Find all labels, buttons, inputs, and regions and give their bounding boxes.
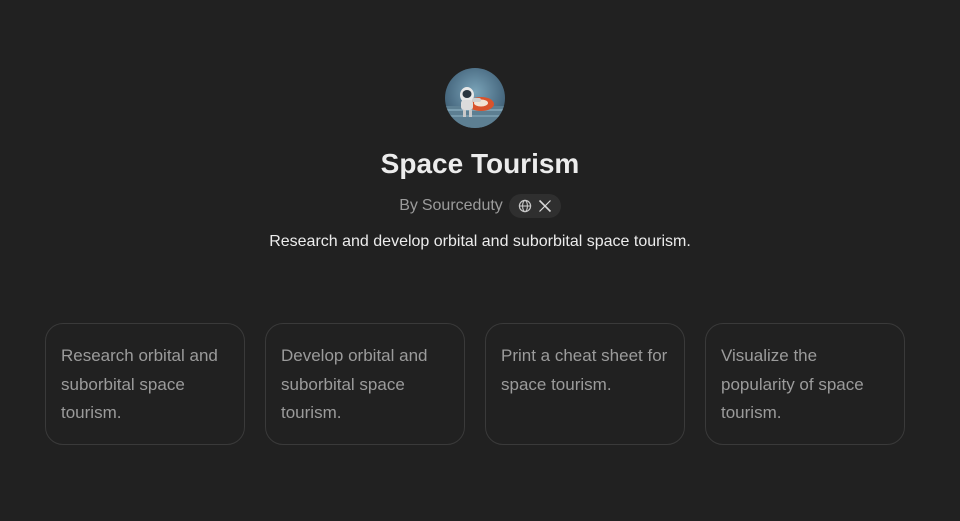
- gpt-description: Research and develop orbital and suborbi…: [269, 233, 691, 250]
- x-icon[interactable]: [538, 199, 552, 213]
- gpt-title: Space Tourism: [380, 148, 580, 179]
- gpt-avatar: [445, 68, 505, 128]
- gpt-landing: Space Tourism By Sourceduty Research and…: [0, 0, 960, 521]
- author-name: Sourceduty: [421, 197, 503, 214]
- starter-card[interactable]: Print a cheat sheet for space tourism.: [485, 323, 685, 445]
- starter-card[interactable]: Research orbital and suborbital space to…: [45, 323, 245, 445]
- byline-prefix: By: [399, 197, 418, 214]
- starter-card[interactable]: Visualize the popularity of space touris…: [705, 323, 905, 445]
- byline: By Sourceduty: [0, 193, 960, 219]
- astronaut-avatar-image: [445, 87, 505, 128]
- social-links: [508, 194, 561, 218]
- starter-card[interactable]: Develop orbital and suborbital space tou…: [265, 323, 465, 445]
- conversation-starters: Research orbital and suborbital space to…: [45, 323, 905, 445]
- globe-icon[interactable]: [518, 199, 532, 213]
